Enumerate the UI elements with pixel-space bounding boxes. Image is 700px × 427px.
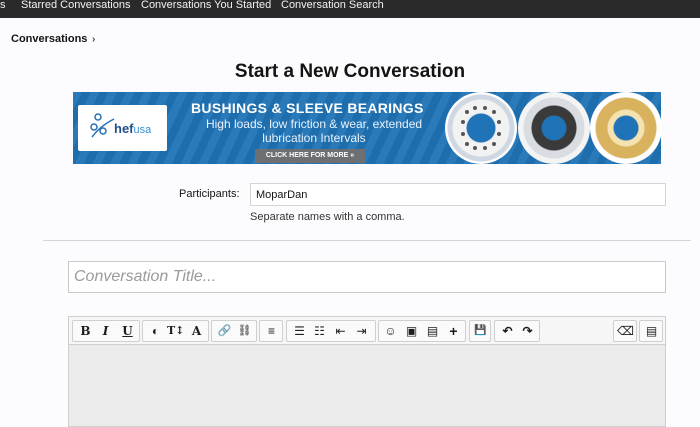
- save-draft-icon[interactable]: 💾: [472, 321, 489, 341]
- top-nav: s Starred Conversations Conversations Yo…: [0, 0, 700, 18]
- align-left-icon[interactable]: ≡: [263, 321, 280, 341]
- editor-toolbar: B I U ◐ T↕ A 🔗 ⛓ ≡ ☰ ☷ ⇤ ⇥ ☺ ▣ ▤ + 💾 ↶ ↷…: [69, 317, 665, 345]
- participants-input[interactable]: [250, 183, 666, 206]
- nav-item-conversation-search[interactable]: Conversation Search: [281, 0, 384, 18]
- view-source-icon[interactable]: ▤: [643, 321, 660, 341]
- remove-format-group: ⌫: [613, 320, 637, 342]
- participants-label: Participants:: [179, 188, 240, 200]
- bullet-list-icon[interactable]: ☰: [291, 321, 308, 341]
- list-group: ☰ ☷ ⇤ ⇥: [286, 320, 376, 342]
- breadcrumb: Conversations ›: [11, 33, 95, 45]
- brand-logo-text: hefusa: [114, 121, 151, 136]
- image-icon[interactable]: ▣: [403, 321, 420, 341]
- brand-name: hef: [114, 121, 134, 136]
- font-family-icon[interactable]: A: [188, 321, 205, 341]
- link-group: 🔗 ⛓: [211, 320, 257, 342]
- ad-banner[interactable]: hefusa BUSHINGS & SLEEVE BEARINGS High l…: [73, 92, 661, 164]
- unlink-icon[interactable]: ⛓: [236, 321, 253, 341]
- redo-icon[interactable]: ↷: [519, 321, 536, 341]
- source-group: ▤: [639, 320, 663, 342]
- conversation-title-input[interactable]: [68, 261, 666, 293]
- indent-icon[interactable]: ⇥: [353, 321, 370, 341]
- sleeve-bearing-image: [518, 92, 590, 164]
- bronze-bushing-image: [590, 92, 661, 164]
- page-title: Start a New Conversation: [234, 61, 466, 82]
- banner-subline: High loads, low friction & wear, extende…: [205, 117, 423, 145]
- brand-logo: hefusa: [78, 105, 167, 151]
- insert-plus-icon[interactable]: +: [445, 321, 462, 341]
- font-group: ◐ T↕ A: [142, 320, 209, 342]
- breadcrumb-conversations-link[interactable]: Conversations: [11, 33, 87, 45]
- message-body-area[interactable]: [69, 345, 665, 426]
- save-group: 💾: [469, 320, 491, 342]
- banner-cta-button[interactable]: CLICK HERE FOR MORE »: [255, 149, 365, 163]
- form-divider: [43, 240, 691, 241]
- message-editor: B I U ◐ T↕ A 🔗 ⛓ ≡ ☰ ☷ ⇤ ⇥ ☺ ▣ ▤ + 💾 ↶ ↷…: [68, 316, 666, 427]
- perforated-bushing-image: [445, 92, 517, 164]
- text-color-icon[interactable]: ◐: [147, 321, 164, 341]
- bold-button[interactable]: B: [77, 321, 94, 341]
- link-icon[interactable]: 🔗: [216, 321, 233, 341]
- nav-item-starred-conversations[interactable]: Starred Conversations: [21, 0, 130, 18]
- outdent-icon[interactable]: ⇤: [332, 321, 349, 341]
- participants-hint: Separate names with a comma.: [250, 211, 405, 223]
- nav-item-conversations-you-started[interactable]: Conversations You Started: [141, 0, 271, 18]
- nav-item-partial[interactable]: s: [0, 0, 6, 18]
- bushing-holes-pattern: [461, 106, 501, 150]
- undo-icon[interactable]: ↶: [499, 321, 516, 341]
- history-group: ↶ ↷: [494, 320, 540, 342]
- media-icon[interactable]: ▤: [424, 321, 441, 341]
- insert-group: ☺ ▣ ▤ +: [378, 320, 466, 342]
- remove-format-icon[interactable]: ⌫: [617, 321, 634, 341]
- smilies-icon[interactable]: ☺: [382, 321, 399, 341]
- align-group: ≡: [259, 320, 283, 342]
- text-style-group: B I U: [72, 320, 140, 342]
- underline-button[interactable]: U: [119, 321, 136, 341]
- banner-headline: BUSHINGS & SLEEVE BEARINGS: [191, 100, 424, 116]
- font-size-icon[interactable]: T↕: [167, 321, 184, 341]
- italic-button[interactable]: I: [97, 321, 114, 341]
- logo-swirl-icon: [90, 113, 115, 138]
- numbered-list-icon[interactable]: ☷: [311, 321, 328, 341]
- brand-suffix: usa: [133, 124, 152, 136]
- chevron-right-icon: ›: [92, 34, 96, 45]
